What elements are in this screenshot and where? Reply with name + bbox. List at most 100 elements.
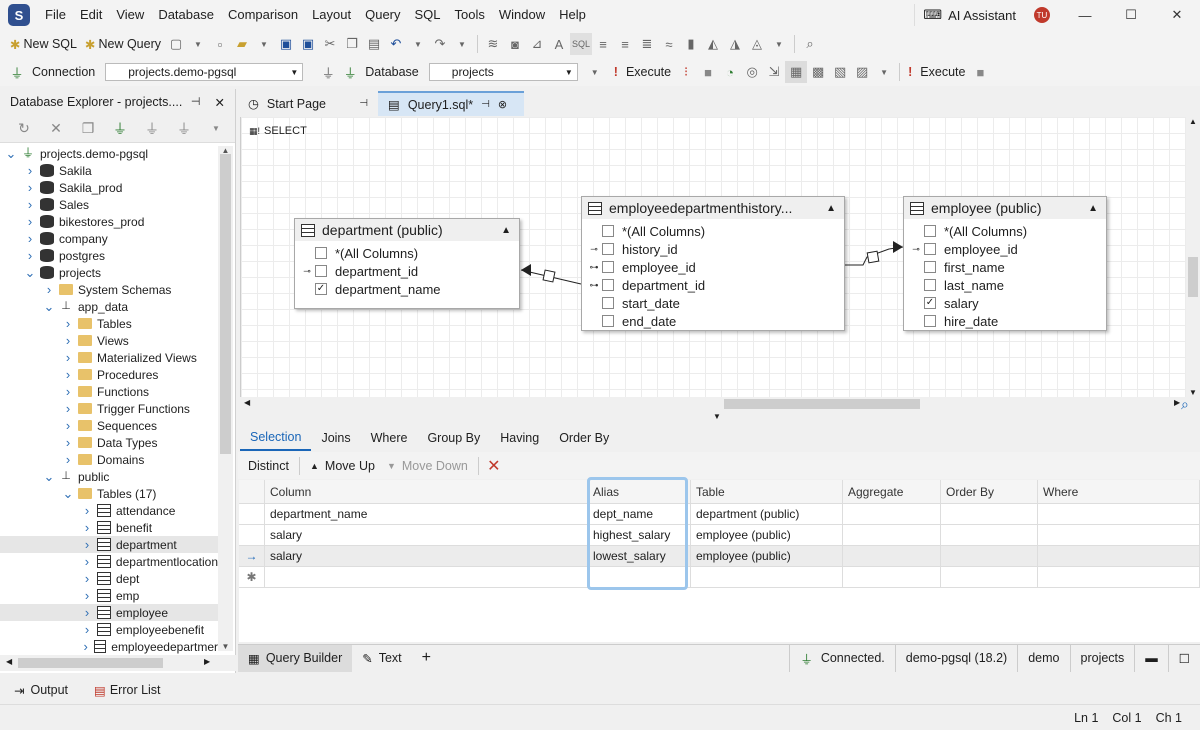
export-icon[interactable]: ⇲ — [763, 61, 785, 83]
sql-icon[interactable]: SQL — [570, 33, 592, 55]
entity-column-row[interactable]: end_date — [584, 312, 844, 330]
entity-header[interactable]: department (public) ▲ — [295, 219, 519, 241]
tab-query1[interactable]: ▤ Query1.sql* ⊣ ⊗ — [378, 91, 524, 116]
tree-item-attendance[interactable]: › attendance — [0, 502, 218, 519]
explorer-vertical-scrollbar[interactable]: ▲ ▼ — [218, 146, 233, 651]
dropdown-icon[interactable]: ▼ — [200, 124, 232, 133]
column-checkbox[interactable]: ✓ — [924, 297, 936, 309]
column-checkbox[interactable] — [602, 225, 614, 237]
collapsed-arrow-icon[interactable]: › — [80, 520, 94, 535]
cell-alias[interactable]: lowest_salary — [588, 546, 691, 567]
table-row[interactable]: ✱ — [239, 567, 1200, 588]
diagram-vertical-scrollbar[interactable]: ▲ ▼ — [1186, 117, 1200, 397]
column-checkbox[interactable] — [315, 265, 327, 277]
table-row[interactable]: department_name dept_name department (publ… — [239, 504, 1200, 525]
align-icon[interactable]: ≣ — [636, 33, 658, 55]
tree-item-departmentlocation[interactable]: › departmentlocation — [0, 553, 218, 570]
tree-item-sakila-prod[interactable]: › Sakila_prod — [0, 179, 218, 196]
tree-item-employeebenefit[interactable]: › employeebenefit — [0, 621, 218, 638]
collapse-icon[interactable]: ❐ — [72, 120, 104, 137]
dropdown-icon[interactable]: ▼ — [253, 33, 275, 55]
save-all-icon[interactable]: ▣ — [297, 33, 319, 55]
scroll-thumb[interactable] — [724, 399, 920, 409]
expanded-arrow-icon[interactable]: ⌄ — [23, 265, 37, 281]
column-checkbox[interactable] — [602, 315, 614, 327]
collapsed-arrow-icon[interactable]: › — [23, 214, 37, 229]
cell-order-by[interactable] — [941, 567, 1038, 588]
entity-employee[interactable]: employee (public) ▲ *(All Columns) ⊸ employe… — [903, 196, 1107, 331]
pin-icon[interactable]: ⊣ — [481, 99, 490, 110]
cell-column[interactable]: salary — [265, 546, 588, 567]
expanded-arrow-icon[interactable]: ⌄ — [4, 146, 18, 162]
maximize-panel-icon[interactable]: ☐ — [1167, 644, 1200, 672]
new-file-icon[interactable]: ▫ — [209, 33, 231, 55]
tree-item-tables-17[interactable]: ⌄ Tables (17) — [0, 485, 218, 502]
database-select[interactable]: projects ▼ — [428, 63, 578, 81]
menu-view[interactable]: View — [109, 0, 151, 30]
cell-aggregate[interactable] — [843, 504, 941, 525]
disconnect-icon[interactable]: ⏚ — [168, 119, 200, 139]
column-checkbox[interactable] — [602, 279, 614, 291]
tab-group-by[interactable]: Group By — [417, 426, 490, 450]
layout-icon[interactable]: ▨ — [851, 61, 873, 83]
execute-current-icon[interactable]: ⁝ — [675, 61, 697, 83]
snapshot-icon[interactable]: ◙ — [504, 33, 526, 55]
entity-column-row[interactable]: first_name — [906, 258, 1106, 276]
entity-column-row[interactable]: *(All Columns) — [297, 244, 519, 262]
tree-item-data-types[interactable]: › Data Types — [0, 434, 218, 451]
tree-item-sales[interactable]: › Sales — [0, 196, 218, 213]
entity-column-row[interactable]: ⊸ department_id — [297, 262, 519, 280]
plan-icon[interactable]: ▧ — [829, 61, 851, 83]
cell-alias[interactable] — [588, 567, 691, 588]
cell-column[interactable] — [265, 567, 588, 588]
text-tab[interactable]: ✎ Text — [352, 645, 411, 672]
cell-table[interactable]: department (public) — [691, 504, 843, 525]
scroll-right-icon[interactable]: ▶ — [1174, 398, 1180, 407]
column-checkbox[interactable] — [602, 243, 614, 255]
cell-order-by[interactable] — [941, 504, 1038, 525]
dropdown-icon[interactable]: ▼ — [584, 61, 606, 83]
tree-item-employee[interactable]: › employee — [0, 604, 218, 621]
menu-help[interactable]: Help — [552, 0, 593, 30]
column-checkbox[interactable] — [924, 225, 936, 237]
collapsed-arrow-icon[interactable]: › — [61, 333, 75, 348]
menu-layout[interactable]: Layout — [305, 0, 358, 30]
cell-where[interactable] — [1038, 567, 1200, 588]
entity-column-row[interactable]: *(All Columns) — [906, 222, 1106, 240]
query-builder-icon[interactable]: ▦ — [785, 61, 808, 83]
column-checkbox[interactable] — [924, 315, 936, 327]
scroll-up-icon[interactable]: ▲ — [1186, 117, 1200, 126]
collapse-entity-icon[interactable]: ▲ — [501, 225, 511, 236]
entity-column-row[interactable]: last_name — [906, 276, 1106, 294]
execute-button-2[interactable]: ! Execute — [904, 60, 969, 84]
undo-icon[interactable]: ↶ — [385, 33, 407, 55]
execute-button[interactable]: ! Execute — [610, 60, 675, 84]
bookmark-clear-icon[interactable]: ◬ — [746, 33, 768, 55]
column-header-aggregate[interactable]: Aggregate — [843, 480, 941, 504]
stop-icon[interactable]: ■ — [697, 61, 719, 83]
collapsed-arrow-icon[interactable]: › — [61, 367, 75, 382]
indent-icon[interactable]: ≡ — [592, 33, 614, 55]
find-icon[interactable]: ⌕ — [799, 33, 821, 55]
tree-item-trigger-functions[interactable]: › Trigger Functions — [0, 400, 218, 417]
stop-icon[interactable]: ■ — [969, 61, 991, 83]
tab-where[interactable]: Where — [361, 426, 418, 450]
output-tab[interactable]: ⇥ Output — [10, 678, 72, 702]
menu-window[interactable]: Window — [492, 0, 552, 30]
dropdown-icon[interactable]: ▼ — [187, 33, 209, 55]
query-diagram-canvas[interactable]: ▦! SELECT department (public) ▲ *(All Colu… — [240, 117, 1186, 397]
bookmark-icon[interactable]: ▮ — [680, 33, 702, 55]
execute-to-cursor-icon[interactable]: ◔ — [719, 61, 741, 83]
tree-item-bikestores-prod[interactable]: › bikestores_prod — [0, 213, 218, 230]
close-tab-icon[interactable]: ⊗ — [498, 98, 507, 111]
entity-column-row[interactable]: ⊶ department_id — [584, 276, 844, 294]
tree-item-public[interactable]: ⌄ ⊥ public — [0, 468, 218, 485]
query-builder-tab[interactable]: ▦ Query Builder — [238, 644, 353, 672]
bookmark-prev-icon[interactable]: ◭ — [702, 33, 724, 55]
delete-icon[interactable]: ✕ — [40, 120, 72, 137]
cell-column[interactable]: department_name — [265, 504, 588, 525]
scroll-thumb[interactable] — [18, 658, 163, 668]
column-checkbox[interactable] — [315, 247, 327, 259]
collapsed-arrow-icon[interactable]: › — [80, 537, 94, 552]
move-down-button[interactable]: ▼ Move Down — [381, 454, 474, 478]
